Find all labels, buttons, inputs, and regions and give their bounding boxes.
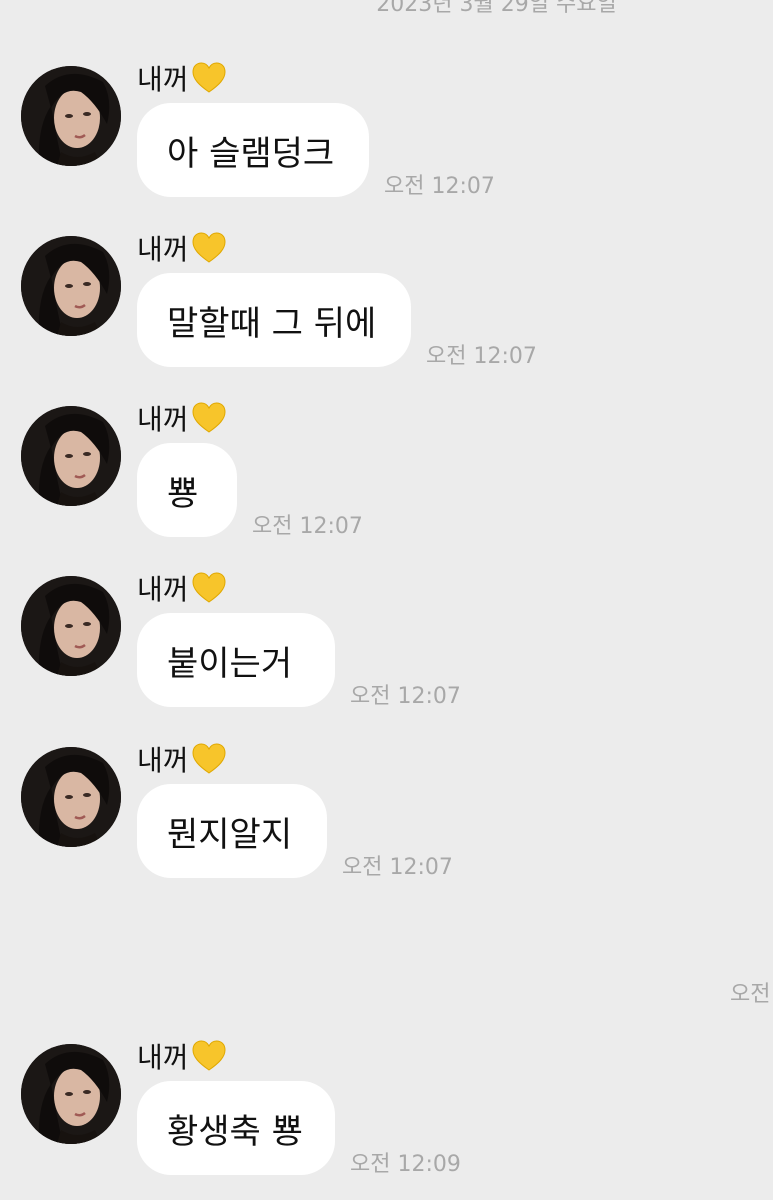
avatar[interactable]	[21, 236, 121, 336]
message-timestamp: 오전 12:07	[342, 855, 453, 880]
message-timestamp: 오전 12:09	[350, 1152, 461, 1177]
sender-name: 내꺼	[137, 739, 227, 779]
partial-timestamp: 오전	[730, 982, 771, 1007]
avatar[interactable]	[21, 1044, 121, 1144]
message-bubble[interactable]: 뿅	[137, 443, 237, 537]
message-timestamp: 오전 12:07	[350, 684, 461, 709]
yellow-heart-icon	[191, 401, 227, 435]
message-bubble[interactable]: 뭔지알지	[137, 784, 327, 878]
yellow-heart-icon	[191, 61, 227, 95]
sender-label: 내꺼	[137, 1041, 189, 1074]
sender-label: 내꺼	[137, 573, 189, 606]
sender-name: 내꺼	[137, 228, 227, 268]
avatar[interactable]	[21, 406, 121, 506]
sender-label: 내꺼	[137, 744, 189, 777]
message-row: 내꺼 아 슬램덩크 오전 12:07	[0, 58, 773, 199]
message-row: 내꺼 뿅 오전 12:07	[0, 398, 773, 539]
yellow-heart-icon	[191, 1039, 227, 1073]
date-divider: 2023년 3월 29일 수요일	[376, 0, 617, 17]
avatar[interactable]	[21, 747, 121, 847]
message-timestamp: 오전 12:07	[426, 344, 537, 369]
message-bubble[interactable]: 아 슬램덩크	[137, 103, 369, 197]
message-row: 내꺼 말할때 그 뒤에 오전 12:07	[0, 228, 773, 369]
sender-label: 내꺼	[137, 403, 189, 436]
sender-name: 내꺼	[137, 398, 227, 438]
sender-name: 내꺼	[137, 568, 227, 608]
sender-name: 내꺼	[137, 1036, 227, 1076]
message-row: 내꺼 뭔지알지 오전 12:07	[0, 739, 773, 880]
avatar[interactable]	[21, 576, 121, 676]
message-bubble[interactable]: 황생축 뿅	[137, 1081, 335, 1175]
avatar[interactable]	[21, 66, 121, 166]
sender-label: 내꺼	[137, 63, 189, 96]
message-bubble[interactable]: 말할때 그 뒤에	[137, 273, 411, 367]
yellow-heart-icon	[191, 742, 227, 776]
message-timestamp: 오전 12:07	[252, 514, 363, 539]
message-row: 내꺼 붙이는거 오전 12:07	[0, 568, 773, 709]
message-timestamp: 오전 12:07	[384, 174, 495, 199]
message-bubble[interactable]: 붙이는거	[137, 613, 335, 707]
yellow-heart-icon	[191, 571, 227, 605]
sender-name: 내꺼	[137, 58, 227, 98]
message-row: 내꺼 황생축 뿅 오전 12:09	[0, 1036, 773, 1177]
sender-label: 내꺼	[137, 233, 189, 266]
yellow-heart-icon	[191, 231, 227, 265]
